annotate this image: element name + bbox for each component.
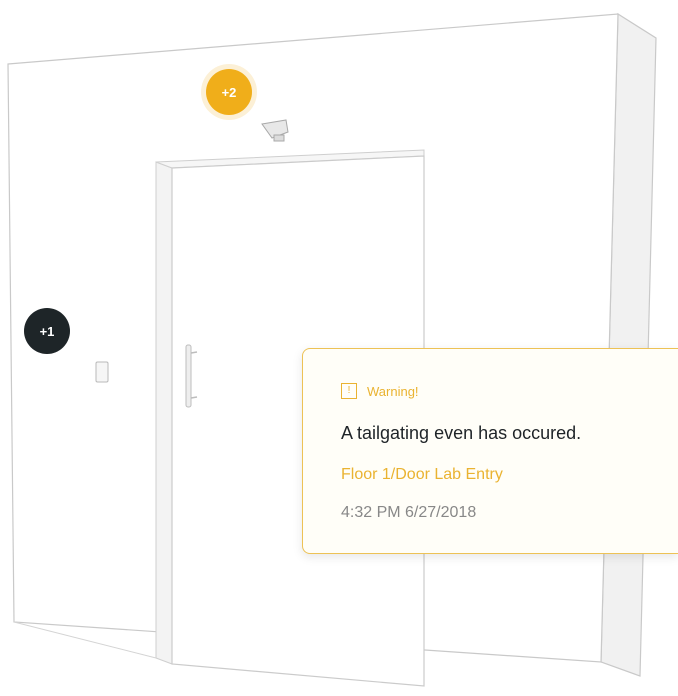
warning-icon: ! xyxy=(341,383,357,399)
marker-badge-1[interactable]: +1 xyxy=(24,308,70,354)
alert-message: A tailgating even has occured. xyxy=(341,423,582,443)
door-frame-left xyxy=(155,161,173,665)
alert-timestamp: 4:32 PM 6/27/2018 xyxy=(341,504,477,521)
card-reader-icon xyxy=(95,361,109,383)
alert-title: Warning! xyxy=(367,383,419,399)
tailgating-alert-card[interactable]: ! Warning! A tailgating even has occured… xyxy=(302,348,678,554)
marker-badge-2[interactable]: +2 xyxy=(206,69,252,115)
alert-location-link[interactable]: Floor 1/Door Lab Entry xyxy=(341,466,503,484)
alert-header: ! Warning! xyxy=(341,383,419,399)
